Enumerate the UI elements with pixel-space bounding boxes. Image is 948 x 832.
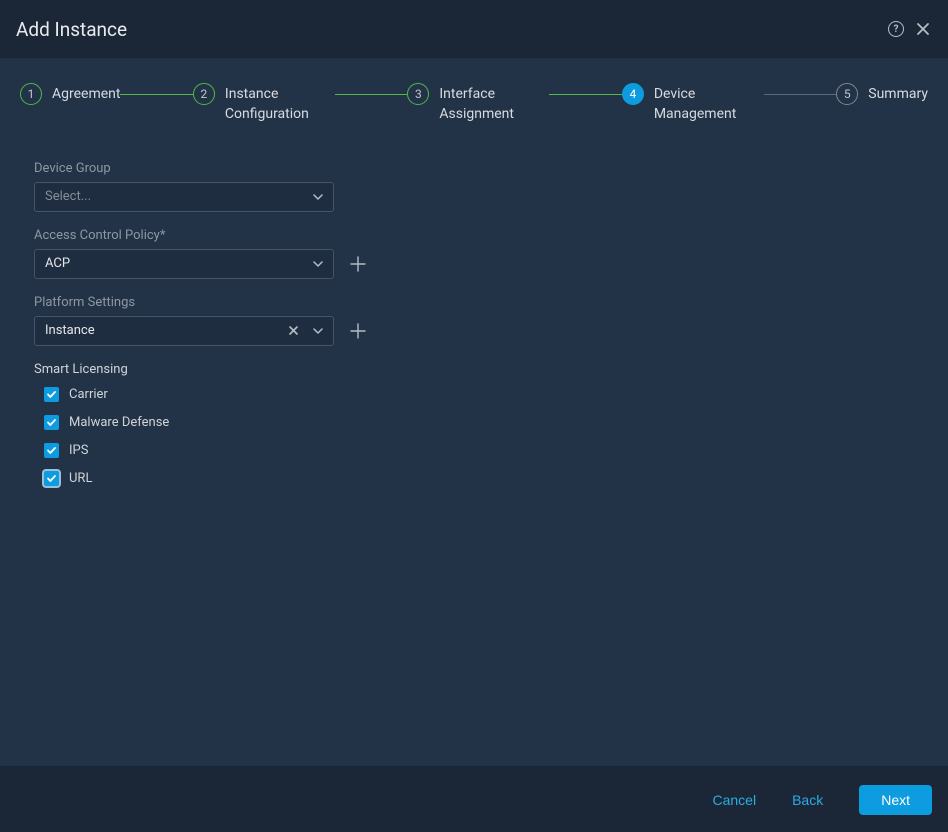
modal-title: Add Instance <box>16 18 127 41</box>
step-device-management[interactable]: 4 Device Management <box>622 82 764 125</box>
checkbox-ips[interactable]: IPS <box>44 443 914 458</box>
checkbox-icon <box>44 443 59 458</box>
smart-licensing-list: Carrier Malware Defense IPS URL <box>34 387 914 486</box>
platform-settings-field: Platform Settings Instance <box>34 295 914 346</box>
step-connector <box>335 94 407 95</box>
step-connector <box>120 94 192 95</box>
checkbox-malware-defense[interactable]: Malware Defense <box>44 415 914 430</box>
checkbox-label: IPS <box>69 443 88 458</box>
cancel-button[interactable]: Cancel <box>712 792 756 808</box>
checkbox-url[interactable]: URL <box>44 471 914 486</box>
add-platform-settings-button[interactable] <box>348 321 368 341</box>
clear-icon[interactable] <box>288 325 299 336</box>
modal-header: Add Instance ? <box>0 0 948 58</box>
step-label: Agreement <box>52 82 120 104</box>
stepper: 1 Agreement 2 Instance Configuration 3 I… <box>0 58 948 157</box>
checkbox-icon <box>44 387 59 402</box>
modal-footer: Cancel Back Next <box>0 768 948 832</box>
step-number: 5 <box>836 83 858 105</box>
checkbox-label: Carrier <box>69 387 108 402</box>
step-label: Summary <box>868 82 928 104</box>
next-button[interactable]: Next <box>859 785 932 815</box>
back-button[interactable]: Back <box>792 792 823 808</box>
device-group-value: Select... <box>45 189 91 204</box>
step-agreement[interactable]: 1 Agreement <box>20 82 120 105</box>
chevron-down-icon <box>313 326 323 336</box>
checkbox-label: URL <box>69 471 92 486</box>
chevron-down-icon <box>313 259 323 269</box>
step-label: Instance Configuration <box>225 82 335 125</box>
step-connector <box>549 94 621 95</box>
platform-settings-label: Platform Settings <box>34 295 914 310</box>
form-content: Device Group Select... Access Control Po… <box>0 157 948 506</box>
step-connector <box>764 94 836 95</box>
content-spacer <box>0 506 948 766</box>
step-label: Device Management <box>654 82 764 125</box>
chevron-down-icon <box>313 192 323 202</box>
step-number: 3 <box>407 83 429 105</box>
step-number: 1 <box>20 83 42 105</box>
step-summary[interactable]: 5 Summary <box>836 82 928 105</box>
step-instance-configuration[interactable]: 2 Instance Configuration <box>193 82 335 125</box>
close-icon[interactable] <box>914 20 932 38</box>
device-group-select[interactable]: Select... <box>34 182 334 212</box>
step-label: Interface Assignment <box>439 82 549 125</box>
checkbox-icon <box>44 471 59 486</box>
checkbox-carrier[interactable]: Carrier <box>44 387 914 402</box>
checkbox-label: Malware Defense <box>69 415 169 430</box>
platform-settings-select[interactable]: Instance <box>34 316 334 346</box>
add-access-control-policy-button[interactable] <box>348 254 368 274</box>
step-interface-assignment[interactable]: 3 Interface Assignment <box>407 82 549 125</box>
access-control-policy-field: Access Control Policy* ACP <box>34 228 914 279</box>
help-icon[interactable]: ? <box>888 21 904 37</box>
checkbox-icon <box>44 415 59 430</box>
smart-licensing-title: Smart Licensing <box>34 362 914 377</box>
access-control-policy-label: Access Control Policy* <box>34 228 914 243</box>
header-icons: ? <box>888 20 932 38</box>
access-control-policy-select[interactable]: ACP <box>34 249 334 279</box>
access-control-policy-value: ACP <box>45 256 70 271</box>
step-number: 2 <box>193 83 215 105</box>
platform-settings-value: Instance <box>45 323 95 338</box>
device-group-label: Device Group <box>34 161 914 176</box>
step-number: 4 <box>622 83 644 105</box>
device-group-field: Device Group Select... <box>34 161 914 212</box>
